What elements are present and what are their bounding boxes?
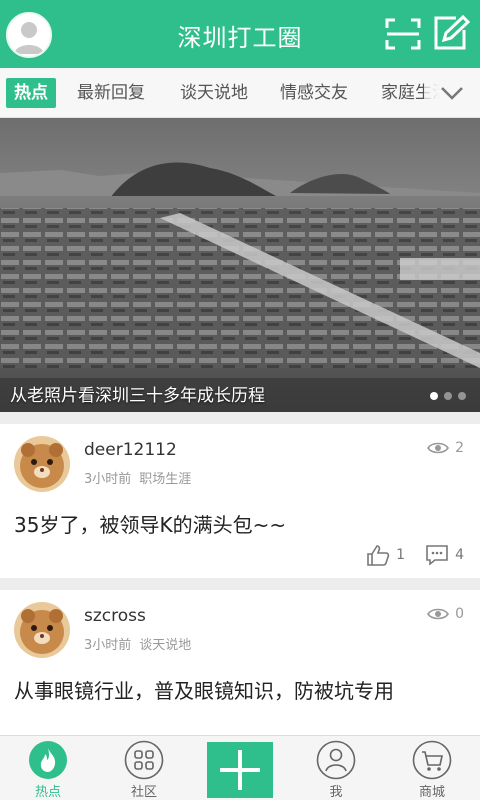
user-icon [316, 740, 356, 780]
nav-me[interactable]: 我 [288, 736, 384, 800]
banner-caption: 从老照片看深圳三十多年成长历程 [10, 386, 265, 406]
category-tabs: 热点 最新回复 谈天说地 情感交友 家庭生活 [0, 68, 480, 118]
tab-hot[interactable]: 热点 [6, 78, 56, 108]
bottom-nav: 热点 社区 我 商城 [0, 735, 480, 800]
hamster-avatar-icon [14, 436, 70, 492]
thumbs-up-icon [367, 545, 390, 566]
view-count: 2 [427, 440, 464, 456]
post-time: 3小时前 [84, 638, 132, 653]
view-count-value: 2 [455, 440, 464, 456]
view-count: 0 [427, 606, 464, 622]
plus-icon [220, 750, 260, 790]
top-bar: 深圳打工圈 [0, 0, 480, 68]
author-avatar[interactable] [14, 602, 70, 658]
scan-button[interactable] [383, 16, 423, 52]
post-category[interactable]: 谈天说地 [139, 638, 191, 653]
nav-hot[interactable]: 热点 [0, 736, 96, 800]
edit-post-button[interactable] [430, 14, 471, 52]
hamster-avatar-icon [14, 602, 70, 658]
carousel-dot [458, 392, 466, 400]
nav-label: 我 [329, 785, 343, 800]
view-count-value: 0 [455, 606, 464, 622]
comment-button[interactable]: 4 [425, 544, 464, 566]
eye-icon [427, 608, 450, 620]
banner-carousel[interactable]: 从老照片看深圳三十多年成长历程 [0, 118, 480, 412]
app-screen: 深圳打工圈 热点 最新回复 谈天说地 情感交友 家庭生活 从老照片看深圳三十多年… [0, 0, 480, 800]
tab-latest-replies[interactable]: 最新回复 [77, 78, 145, 108]
post-meta: 3小时前 职场生涯 [84, 468, 191, 487]
author-avatar[interactable] [14, 436, 70, 492]
post-category[interactable]: 职场生涯 [139, 472, 191, 487]
like-count: 1 [396, 547, 406, 563]
publish-button[interactable] [207, 742, 273, 798]
post-time: 3小时前 [84, 472, 132, 487]
post-card[interactable]: szcross 3小时前 谈天说地 0 从事眼镜行业，普及眼镜知识，防被坑专用 [0, 590, 480, 735]
tab-chat[interactable]: 谈天说地 [180, 78, 248, 108]
carousel-dot [430, 392, 438, 400]
more-tabs-button[interactable] [424, 68, 480, 117]
author-name[interactable]: szcross [84, 606, 146, 626]
scan-icon [385, 18, 421, 50]
nav-label: 社区 [130, 785, 157, 800]
carousel-indicator [430, 392, 466, 400]
post-title[interactable]: 从事眼镜行业，普及眼镜知识，防被坑专用 [14, 676, 466, 706]
post-actions: 1 4 [366, 544, 464, 566]
post-meta: 3小时前 谈天说地 [84, 634, 191, 653]
cart-icon [412, 740, 452, 780]
author-name[interactable]: deer12112 [84, 440, 177, 460]
comment-count: 4 [455, 547, 464, 563]
edit-icon [434, 14, 471, 50]
chevron-down-icon [441, 87, 463, 100]
like-button[interactable]: 1 [366, 544, 405, 566]
post-title[interactable]: 35岁了，被领导K的满头包~~ [14, 510, 466, 540]
grid-icon [124, 740, 164, 780]
comment-icon [426, 545, 448, 566]
nav-shop[interactable]: 商城 [384, 736, 480, 800]
nav-community[interactable]: 社区 [96, 736, 192, 800]
nav-label: 商城 [418, 785, 445, 800]
post-card[interactable]: deer12112 3小时前职场生涯 2 35岁了，被领导K的满头包~~ 1 [0, 424, 480, 578]
carousel-dot [444, 392, 452, 400]
nav-label: 热点 [34, 785, 61, 800]
flame-icon [29, 741, 67, 779]
eye-icon [427, 442, 450, 454]
banner-photo [0, 118, 480, 412]
tab-dating[interactable]: 情感交友 [280, 78, 348, 108]
